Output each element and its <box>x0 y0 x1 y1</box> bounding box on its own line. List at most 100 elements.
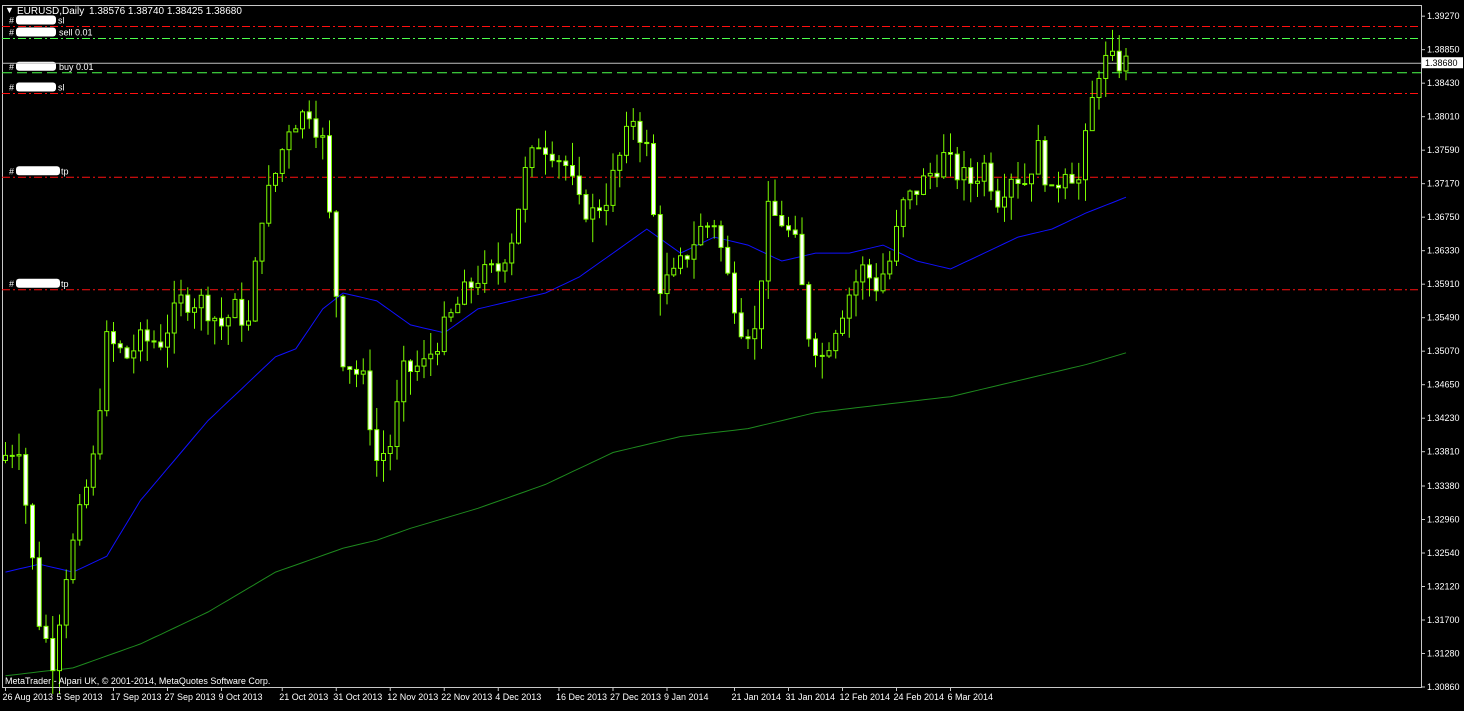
candle-body-bull <box>225 317 231 327</box>
x-tick-label: 9 Jan 2014 <box>664 692 709 702</box>
candle-body-bull <box>259 222 265 262</box>
candle-body-bear <box>536 147 542 150</box>
candle-body-bear <box>948 152 953 155</box>
x-tick-label: 31 Oct 2013 <box>333 692 382 702</box>
x-tick-label: 27 Dec 2013 <box>610 692 661 702</box>
candle-body-bear <box>158 341 164 348</box>
y-tick-label: 1.33810 <box>1427 447 1460 457</box>
candle-body-bear <box>1022 183 1028 186</box>
candle-body-bull <box>590 207 596 220</box>
candle-body-bull <box>414 365 420 372</box>
candle-body-bear <box>657 214 663 295</box>
candle <box>516 208 521 245</box>
candle-body-bull <box>16 454 22 457</box>
candle-body-bull <box>894 225 899 262</box>
candle-body-bull <box>887 260 893 275</box>
candle-body-bear <box>745 336 751 340</box>
price-axis[interactable]: 1.39270 1.38850 1.38430 1.38010 1.37590 1.371… <box>1421 11 1463 692</box>
level-suffix-sell: sell 0.01 <box>59 28 93 38</box>
y-tick-label: 1.30860 <box>1427 682 1460 692</box>
candle-body-bull <box>286 131 292 151</box>
candle-body-bull <box>1089 97 1095 132</box>
candle-body-bull <box>1002 196 1007 208</box>
candle-body-bull <box>1103 54 1109 79</box>
candle-body-bull <box>603 204 609 212</box>
candle-body-bear <box>914 190 920 195</box>
level-suffix-tp-upper: tp <box>61 166 69 176</box>
chart-background <box>0 0 1464 706</box>
candle-body-bull <box>246 320 251 326</box>
candle-body-bear <box>340 295 346 368</box>
chart-window[interactable]: # sl # sell 0.01 # buy 0.01 # sl # tp # tp 1.39270 1… <box>0 0 1464 706</box>
level-suffix-sl-lower: sl <box>58 83 65 93</box>
candle-body-bull <box>360 370 366 375</box>
candle-body-bull <box>880 273 886 292</box>
candle-body-bull <box>691 244 697 260</box>
candle-body-bull <box>941 152 947 178</box>
candle-body-bear <box>934 172 940 178</box>
candle-body-bull <box>57 624 62 672</box>
candle-body-bull <box>1035 140 1041 175</box>
candle-body-bull <box>90 453 96 488</box>
candle-body-bear <box>1049 184 1055 187</box>
candle-body-bull <box>610 169 616 206</box>
candle-body-bear <box>219 317 224 327</box>
candle-body-bear <box>718 225 724 248</box>
ohlc-values: 1.38576 1.38740 1.38425 1.38680 <box>89 6 242 17</box>
y-tick-label: 1.31700 <box>1427 615 1460 625</box>
candle-body-bull <box>293 128 299 133</box>
candle-body-bear <box>468 281 474 289</box>
price-chart[interactable]: # sl# sell 0.01# buy 0.01# sl# tp# tp 1.392701… <box>0 0 1464 706</box>
candle-body-bear <box>313 118 319 138</box>
y-tick-label: 1.37170 <box>1427 179 1460 189</box>
candle-body-bull <box>232 298 238 319</box>
candle-body-bull <box>1083 130 1088 181</box>
redacted-ticket-mask <box>16 27 56 37</box>
candle-body-bear <box>111 331 116 345</box>
candle-body-bull <box>273 172 278 186</box>
candle-body-bull <box>711 225 717 228</box>
x-tick-label: 6 Mar 2014 <box>948 692 994 702</box>
candle-body-bull <box>1110 50 1115 56</box>
candle-body-bear <box>144 329 150 342</box>
y-tick-label: 1.38430 <box>1427 78 1460 88</box>
candle-body-bear <box>570 165 575 177</box>
candle-body-bear <box>23 454 29 506</box>
dropdown-triangle-icon[interactable]: ▼ <box>5 5 14 15</box>
candle <box>252 257 258 322</box>
candle-body-bear <box>205 294 211 322</box>
candle-body-bear <box>988 162 994 192</box>
candle-body-bull <box>759 280 764 330</box>
y-tick-label: 1.36330 <box>1427 246 1460 256</box>
candle-body-bull <box>104 331 110 412</box>
x-tick-label: 16 Dec 2013 <box>556 692 607 702</box>
candle-body-bull <box>907 190 913 201</box>
level-label-tp-upper: # <box>9 166 14 176</box>
candle-body-bear <box>151 340 157 343</box>
candle-body-bull <box>698 225 704 246</box>
symbol-title: EURUSD,Daily <box>17 6 84 17</box>
candle-body-bear <box>354 368 359 375</box>
candle-body-bear <box>738 312 744 338</box>
x-tick-label: 9 Oct 2013 <box>219 692 263 702</box>
candle-body-bull <box>63 579 69 626</box>
candle-body-bear <box>124 347 130 359</box>
y-tick-label: 1.35490 <box>1427 313 1460 323</box>
candle-body-bear <box>495 263 501 272</box>
candle-body-bull <box>387 446 393 454</box>
candle-body-bull <box>840 317 845 334</box>
redacted-ticket-mask <box>16 166 60 176</box>
candle-body-bull <box>900 199 906 227</box>
x-tick-label: 12 Nov 2013 <box>387 692 438 702</box>
x-tick-label: 26 Aug 2013 <box>3 692 54 702</box>
candle-body-bull <box>927 172 933 177</box>
candle-body-bull <box>401 360 407 403</box>
candle-body-bull <box>131 350 137 359</box>
candle-body-bear <box>806 284 812 340</box>
y-tick-label: 1.38850 <box>1427 45 1460 55</box>
candle-body-bull <box>266 184 272 224</box>
candle-body-bear <box>327 135 332 213</box>
candle-body-bear <box>684 255 690 260</box>
x-tick-label: 5 Sep 2013 <box>57 692 103 702</box>
candle-body-bear <box>995 190 1001 208</box>
